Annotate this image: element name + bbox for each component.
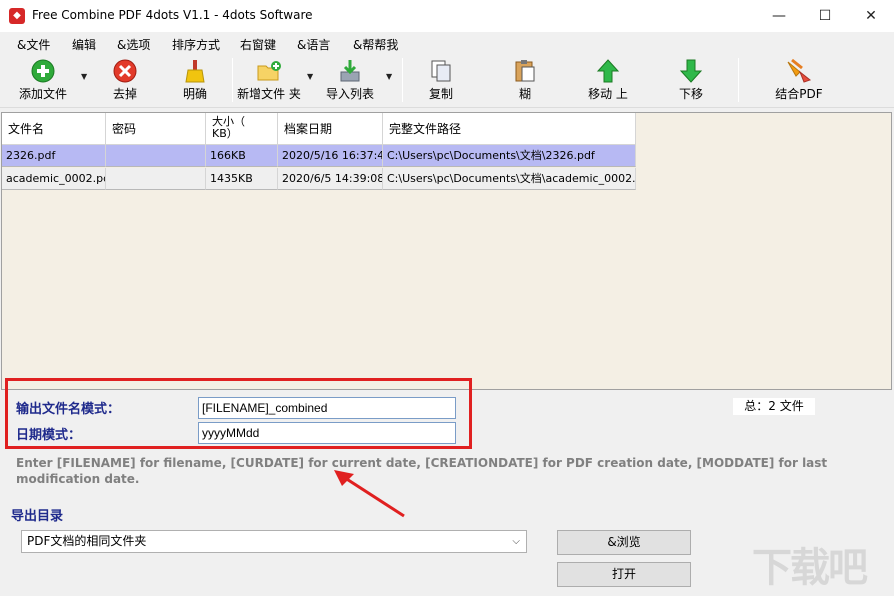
menu-language[interactable]: &语言 — [297, 36, 330, 53]
column-size[interactable]: 大小（ KB） — [206, 113, 278, 145]
cell-filename: 2326.pdf — [2, 145, 106, 167]
maximize-button[interactable]: ☐ — [802, 0, 848, 32]
import-list-button[interactable]: 导入列表 — [322, 56, 378, 104]
add-folder-button[interactable]: 新增文件 夹 — [236, 56, 302, 104]
remove-icon — [113, 59, 137, 83]
menu-edit[interactable]: 编辑 — [72, 36, 96, 53]
menu-sort[interactable]: 排序方式 — [172, 36, 220, 53]
copy-button[interactable]: 复制 — [416, 56, 466, 104]
paste-icon — [515, 60, 535, 82]
column-password[interactable]: 密码 — [106, 113, 206, 145]
menu-bar: &文件 编辑 &选项 排序方式 右窗键 &语言 &帮帮我 — [0, 32, 894, 54]
arrow-up-icon — [596, 59, 620, 83]
combine-pdf-label: 结合PDF — [775, 87, 823, 101]
cell-filename: academic_0002.pdf — [2, 168, 106, 190]
add-folder-label: 新增文件 夹 — [237, 87, 301, 101]
filename-pattern-label: 输出文件名模式： — [16, 402, 121, 417]
window-title: Free Combine PDF 4dots V1.1 - 4dots Soft… — [32, 8, 313, 22]
toolbar-separator — [232, 58, 233, 102]
combine-icon — [787, 58, 812, 83]
cell-path: C:\Users\pc\Documents\文档\2326.pdf — [383, 145, 636, 167]
column-path[interactable]: 完整文件路径 — [383, 113, 636, 145]
toolbar-separator — [738, 58, 739, 102]
chevron-down-icon: ⌵ — [512, 536, 520, 547]
export-directory-label: 导出目录 — [11, 509, 64, 524]
toolbar: 添加文件 ▼ 去掉 明确 新增文件 夹 ▼ 导入列表 ▼ 复制 糊 移动 上 下… — [0, 54, 894, 108]
open-button[interactable]: 打开 — [557, 562, 691, 587]
paste-label: 糊 — [518, 87, 531, 101]
date-pattern-input[interactable] — [198, 422, 456, 444]
export-directory-select[interactable]: PDF文档的相同文件夹 ⌵ — [21, 530, 527, 553]
cell-size: 1435KB — [206, 168, 278, 190]
browse-button[interactable]: &浏览 — [557, 530, 691, 555]
clear-label: 明确 — [182, 87, 207, 101]
paste-button[interactable]: 糊 — [500, 56, 550, 104]
file-list-panel[interactable]: 文件名 密码 大小（ KB） 档案日期 完整文件路径 2326.pdf 166K… — [1, 112, 892, 390]
arrow-down-icon — [679, 59, 703, 83]
app-logo-icon: ◆ — [9, 8, 25, 24]
filename-pattern-input[interactable] — [198, 397, 456, 419]
cell-path: C:\Users\pc\Documents\文档\academic_0002.p… — [383, 168, 636, 190]
remove-label: 去掉 — [112, 87, 137, 101]
import-list-dropdown-icon[interactable]: ▼ — [386, 72, 392, 81]
copy-icon — [431, 60, 451, 82]
close-button[interactable]: ✕ — [848, 0, 894, 32]
total-files-count: 总：2 文件 — [733, 398, 815, 415]
cell-date: 2020/5/16 16:37:41 — [278, 145, 383, 167]
clear-button[interactable]: 明确 — [170, 56, 220, 104]
table-row[interactable]: 2326.pdf 166KB 2020/5/16 16:37:41 C:\Use… — [2, 145, 636, 167]
export-directory-value: PDF文档的相同文件夹 — [27, 534, 147, 548]
watermark-logo: 下载吧 — [752, 545, 868, 591]
table-row[interactable]: academic_0002.pdf 1435KB 2020/6/5 14:39:… — [2, 168, 636, 190]
menu-help[interactable]: &帮帮我 — [353, 36, 398, 53]
combine-pdf-button[interactable]: 结合PDF — [768, 56, 830, 104]
remove-button[interactable]: 去掉 — [100, 56, 150, 104]
import-icon — [340, 60, 360, 82]
move-up-label: 移动 上 — [588, 87, 628, 101]
pattern-hint-text: Enter [FILENAME] for filename, [CURDATE]… — [16, 456, 828, 486]
cell-password — [106, 145, 206, 167]
move-down-button[interactable]: 下移 — [664, 56, 718, 104]
folder-add-icon — [257, 61, 281, 81]
column-date[interactable]: 档案日期 — [278, 113, 383, 145]
add-file-label: 添加文件 — [18, 87, 67, 101]
toolbar-separator — [402, 58, 403, 102]
title-bar: ◆ Free Combine PDF 4dots V1.1 - 4dots So… — [0, 0, 894, 32]
date-pattern-label: 日期模式： — [16, 428, 82, 443]
cell-date: 2020/6/5 14:39:08 — [278, 168, 383, 190]
add-file-dropdown-icon[interactable]: ▼ — [81, 72, 87, 81]
menu-file[interactable]: &文件 — [17, 36, 50, 53]
menu-context[interactable]: 右窗键 — [240, 36, 276, 53]
column-size-line2: KB） — [212, 127, 238, 140]
cell-size: 166KB — [206, 145, 278, 167]
move-up-button[interactable]: 移动 上 — [580, 56, 636, 104]
move-down-label: 下移 — [678, 87, 703, 101]
cell-password — [106, 168, 206, 190]
import-list-label: 导入列表 — [325, 87, 374, 101]
add-icon — [31, 59, 55, 83]
broom-icon — [185, 60, 205, 83]
annotation-arrow-icon — [334, 470, 405, 518]
table-header: 文件名 密码 大小（ KB） 档案日期 完整文件路径 — [2, 113, 636, 145]
copy-label: 复制 — [428, 87, 453, 101]
column-filename[interactable]: 文件名 — [2, 113, 106, 145]
menu-options[interactable]: &选项 — [117, 36, 150, 53]
add-folder-dropdown-icon[interactable]: ▼ — [307, 72, 313, 81]
minimize-button[interactable]: — — [756, 0, 802, 32]
add-file-button[interactable]: 添加文件 — [8, 56, 78, 104]
